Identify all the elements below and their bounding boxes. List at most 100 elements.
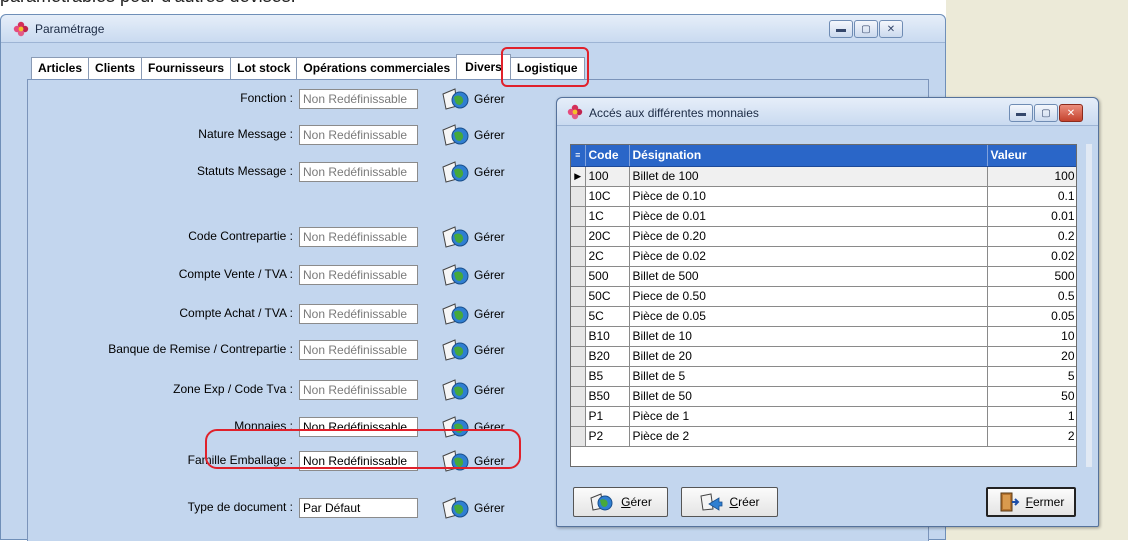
table-row[interactable]: B10 Billet de 10 10 — [571, 326, 1076, 347]
close-button[interactable]: ✕ — [879, 20, 903, 38]
code-cell: B50 — [585, 386, 630, 407]
row-indicator[interactable] — [571, 286, 586, 307]
designation-cell: Pièce de 2 — [629, 426, 988, 447]
row-indicator[interactable] — [571, 246, 586, 267]
table-row[interactable]: B50 Billet de 50 50 — [571, 386, 1076, 407]
designation-cell: Pièce de 0.05 — [629, 306, 988, 327]
gerer-label: Gérer — [474, 343, 505, 357]
gerer-label: Gérer — [474, 383, 505, 397]
gerer-label: Gérer — [474, 230, 505, 244]
maximize-button[interactable]: ▢ — [854, 20, 878, 38]
valeur-cell: 100 — [987, 166, 1076, 187]
table-row[interactable]: 10C Pièce de 0.10 0.1 — [571, 186, 1076, 207]
row-indicator[interactable] — [571, 366, 586, 387]
app-flower-icon — [13, 21, 29, 37]
row-indicator[interactable] — [571, 326, 586, 347]
maximize-button[interactable]: ▢ — [1034, 104, 1058, 122]
row-indicator[interactable] — [571, 206, 586, 227]
table-row[interactable]: ▶ 100 Billet de 100 100 — [571, 166, 1076, 187]
tab-operations-commerciales[interactable]: Opérations commerciales — [296, 57, 458, 79]
tab-articles[interactable]: Articles — [31, 57, 90, 79]
manage-icon — [442, 264, 469, 286]
fonction-gerer-button[interactable]: Gérer — [441, 87, 505, 111]
row-indicator[interactable] — [571, 226, 586, 247]
row-indicator[interactable] — [571, 406, 586, 427]
valeur-cell: 0.02 — [987, 246, 1076, 267]
grid-scroll-strip[interactable] — [1086, 144, 1092, 467]
column-header-designation[interactable]: Désignation — [629, 145, 988, 167]
banque-remise-contrepartie-field[interactable]: Non Redéfinissable — [299, 340, 418, 360]
maximize-icon: ▢ — [1041, 107, 1051, 119]
table-row[interactable]: P2 Pièce de 22 — [571, 426, 1076, 447]
settings-row-zone-exp-code-tva: Zone Exp / Code Tva : — [1, 380, 293, 400]
row-indicator[interactable] — [571, 306, 586, 327]
manage-icon — [442, 497, 469, 519]
designation-cell: Billet de 20 — [629, 346, 988, 367]
row-indicator[interactable] — [571, 266, 586, 287]
settings-row-nature-message: Nature Message : — [1, 125, 293, 145]
table-row[interactable]: 2C Pièce de 0.02 0.02 — [571, 246, 1076, 267]
row-label: Zone Exp / Code Tva : — [173, 382, 293, 396]
zone-exp-code-tva-gerer-button[interactable]: Gérer — [441, 378, 505, 402]
statuts-message-field[interactable]: Non Redéfinissable — [299, 162, 418, 182]
valeur-cell: 0.01 — [987, 206, 1076, 227]
zone-exp-code-tva-field[interactable]: Non Redéfinissable — [299, 380, 418, 400]
monnaies-titlebar[interactable]: Accés aux différentes monnaies ▬ ▢ ✕ — [557, 98, 1098, 126]
creer-button[interactable]: Créer — [681, 487, 778, 517]
code-contrepartie-field[interactable]: Non Redéfinissable — [299, 227, 418, 247]
column-header-code[interactable]: Code — [585, 145, 630, 167]
row-label: Banque de Remise / Contrepartie : — [108, 342, 293, 356]
fonction-field[interactable]: Non Redéfinissable — [299, 89, 418, 109]
gerer-button[interactable]: Gérer — [573, 487, 668, 517]
table-row[interactable]: 20C Pièce de 0.20 0.2 — [571, 226, 1076, 247]
table-row[interactable]: 500 Billet de 500 500 — [571, 266, 1076, 287]
compte-achat-tva-field[interactable]: Non Redéfinissable — [299, 304, 418, 324]
settings-row-type-de-document: Type de document : — [1, 498, 293, 518]
minimize-button[interactable]: ▬ — [829, 20, 853, 38]
row-indicator-icon[interactable]: ▶ — [571, 166, 586, 187]
code-cell: 10C — [585, 186, 630, 207]
column-header-valeur[interactable]: Valeur — [987, 145, 1076, 167]
minimize-button[interactable]: ▬ — [1009, 104, 1033, 122]
main-titlebar[interactable]: Paramétrage ▬ ▢ ✕ — [1, 15, 945, 43]
valeur-cell: 20 — [987, 346, 1076, 367]
statuts-message-gerer-button[interactable]: Gérer — [441, 160, 505, 184]
column-chooser-icon[interactable]: ≡ — [571, 145, 586, 167]
tab-fournisseurs[interactable]: Fournisseurs — [141, 57, 232, 79]
nature-message-gerer-button[interactable]: Gérer — [441, 123, 505, 147]
compte-achat-tva-gerer-button[interactable]: Gérer — [441, 302, 505, 326]
compte-vente-tva-field[interactable]: Non Redéfinissable — [299, 265, 418, 285]
row-indicator[interactable] — [571, 186, 586, 207]
valeur-cell: 0.1 — [987, 186, 1076, 207]
row-indicator[interactable] — [571, 386, 586, 407]
table-row[interactable]: 1C Pièce de 0.01 0.01 — [571, 206, 1076, 227]
monnaies-highlight-annotation — [205, 429, 521, 469]
close-icon: ✕ — [886, 23, 896, 35]
type-de-document-field[interactable]: Par Défaut — [299, 498, 418, 518]
banque-remise-contrepartie-gerer-button[interactable]: Gérer — [441, 338, 505, 362]
type-de-document-gerer-button[interactable]: Gérer — [441, 496, 505, 520]
valeur-cell: 10 — [987, 326, 1076, 347]
table-row[interactable]: 50C Piece de 0.50 0.5 — [571, 286, 1076, 307]
valeur-cell: 0.5 — [987, 286, 1076, 307]
monnaies-grid[interactable]: ≡ Code Désignation Valeur ▶ 100 Billet de … — [570, 144, 1077, 467]
tab-clients[interactable]: Clients — [88, 57, 143, 79]
row-label: Code Contrepartie : — [188, 229, 293, 243]
code-contrepartie-gerer-button[interactable]: Gérer — [441, 225, 505, 249]
table-row[interactable]: B5 Billet de 55 — [571, 366, 1076, 387]
row-indicator[interactable] — [571, 346, 586, 367]
compte-vente-tva-gerer-button[interactable]: Gérer — [441, 263, 505, 287]
code-cell: 500 — [585, 266, 630, 287]
manage-icon — [442, 161, 469, 183]
tab-lot-stock[interactable]: Lot stock — [230, 57, 298, 79]
table-row[interactable]: 5C Pièce de 0.05 0.05 — [571, 306, 1076, 327]
row-indicator[interactable] — [571, 426, 586, 447]
code-cell: 100 — [585, 166, 630, 187]
manage-icon — [442, 303, 469, 325]
table-row[interactable]: B20 Billet de 20 20 — [571, 346, 1076, 367]
settings-row-compte-achat-tva: Compte Achat / TVA : — [1, 304, 293, 324]
nature-message-field[interactable]: Non Redéfinissable — [299, 125, 418, 145]
fermer-button[interactable]: Fermer — [986, 487, 1076, 517]
close-button[interactable]: ✕ — [1059, 104, 1083, 122]
table-row[interactable]: P1 Pièce de 11 — [571, 406, 1076, 427]
